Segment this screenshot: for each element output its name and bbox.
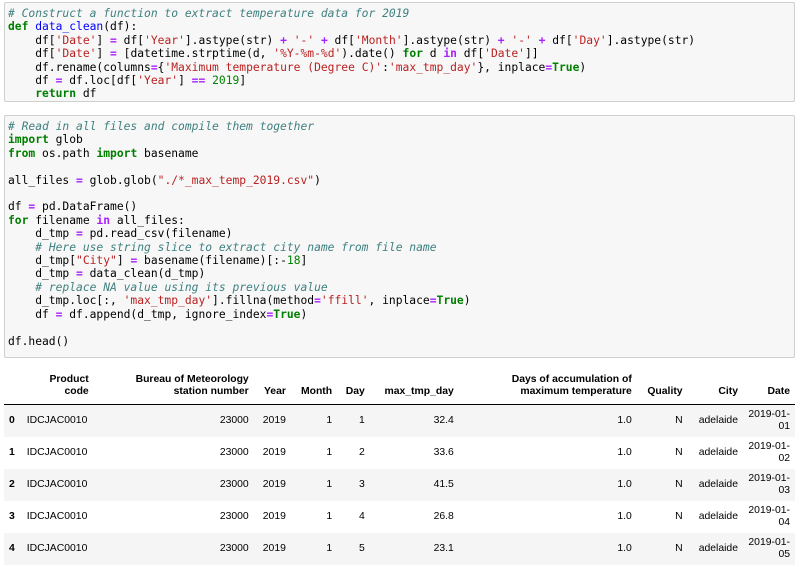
table-cell: 3: [358, 479, 365, 490]
table-cell: 2: [358, 447, 365, 458]
table-cell: N: [675, 415, 683, 426]
row-index: 3: [9, 511, 15, 522]
code-editor[interactable]: # Read in all files and compile them tog…: [5, 116, 794, 348]
table-cell: 2019: [262, 511, 286, 522]
table-row: 2 IDCJAC0010 23000 2019 1 3 41.5 1.0 Nadelaide 20…: [4, 469, 795, 501]
table-cell: 23.1: [433, 543, 454, 554]
column-header: Days of accumulation of maximum temperat…: [458, 372, 637, 405]
table-cell: 1: [358, 415, 365, 426]
table-cell: 26.8: [433, 511, 454, 522]
table-cell: 1: [326, 447, 333, 458]
column-header: City: [687, 372, 743, 405]
table-cell: 1.0: [617, 415, 632, 426]
table-cell: 2019-01-02: [748, 441, 790, 464]
table-row: 1 IDCJAC0010 23000 2019 1 2 33.6 1.0 Nadelaide 20…: [4, 437, 795, 469]
row-index: 0: [9, 415, 15, 426]
dataframe-output: Product code Bureau of Meteorology stati…: [4, 372, 795, 565]
table-cell: 23000: [219, 543, 249, 554]
table-cell: 1: [326, 543, 333, 554]
table-cell: 2019: [262, 543, 286, 554]
column-header: Quality: [636, 372, 688, 405]
table-cell: 2019: [262, 415, 286, 426]
column-header: Product code: [21, 372, 94, 405]
table-cell: 2019: [262, 479, 286, 490]
table-cell: 2019-01-05: [748, 537, 790, 560]
table-cell: 1: [326, 479, 333, 490]
table-cell: N: [675, 447, 683, 458]
index-header: [4, 372, 22, 405]
code-cell-1[interactable]: # Construct a function to extract temper…: [4, 2, 795, 102]
table-cell: 4: [358, 511, 365, 522]
table-cell: 23000: [219, 415, 249, 426]
table-cell: 33.6: [433, 447, 454, 458]
table-cell: IDCJAC0010: [26, 447, 88, 458]
table-cell: adelaide: [698, 447, 738, 458]
table-cell: IDCJAC0010: [26, 543, 88, 554]
table-row: 3 IDCJAC0010 23000 2019 1 4 26.8 1.0 Nadelaide 20…: [4, 501, 795, 533]
table-cell: IDCJAC0010: [26, 511, 88, 522]
table-cell: 1: [326, 415, 333, 426]
table-cell: IDCJAC0010: [26, 479, 88, 490]
table-cell: 1.0: [617, 543, 632, 554]
table-cell: adelaide: [698, 543, 738, 554]
column-header: Year: [253, 372, 291, 405]
table-cell: 2019-01-03: [748, 473, 790, 496]
table-cell: 1: [326, 511, 333, 522]
table-cell: 2019-01-01: [748, 409, 790, 432]
table-cell: IDCJAC0010: [26, 415, 88, 426]
table-header-row: Product code Bureau of Meteorology stati…: [4, 372, 795, 405]
row-index: 2: [9, 479, 15, 490]
table-cell: adelaide: [698, 415, 738, 426]
table-cell: 23000: [219, 511, 249, 522]
table-cell: 41.5: [433, 479, 454, 490]
table-cell: 2019-01-04: [748, 505, 790, 528]
table-cell: 23000: [219, 479, 249, 490]
table-cell: N: [675, 479, 683, 490]
table-cell: 1.0: [617, 479, 632, 490]
table-cell: 23000: [219, 447, 249, 458]
code-cell-2[interactable]: # Read in all files and compile them tog…: [4, 115, 795, 358]
table-cell: adelaide: [698, 479, 738, 490]
table-cell: 2019: [262, 447, 286, 458]
table-row: 0 IDCJAC0010 23000 2019 1 1 32.4 1.0 Nadelaide 20…: [4, 404, 795, 437]
table-body: 0 IDCJAC0010 23000 2019 1 1 32.4 1.0 Nadelaide 20…: [4, 404, 795, 565]
table-cell: N: [675, 543, 683, 554]
column-header: Day: [337, 372, 370, 405]
column-header: max_tmp_day: [369, 372, 459, 405]
column-header: Month: [290, 372, 338, 405]
row-index: 4: [9, 543, 15, 554]
table-cell: adelaide: [698, 511, 738, 522]
column-header: Bureau of Meteorology station number: [93, 372, 254, 405]
row-index: 1: [9, 447, 15, 458]
table-cell: 1.0: [617, 511, 632, 522]
table-cell: 5: [358, 543, 365, 554]
table-row: 4 IDCJAC0010 23000 2019 1 5 23.1 1.0 Nadelaide 20…: [4, 533, 795, 565]
table-cell: 1.0: [617, 447, 632, 458]
code-editor[interactable]: # Construct a function to extract temper…: [5, 3, 794, 101]
table-cell: 32.4: [433, 415, 454, 426]
column-header: Date: [743, 372, 795, 405]
table-cell: N: [675, 511, 683, 522]
